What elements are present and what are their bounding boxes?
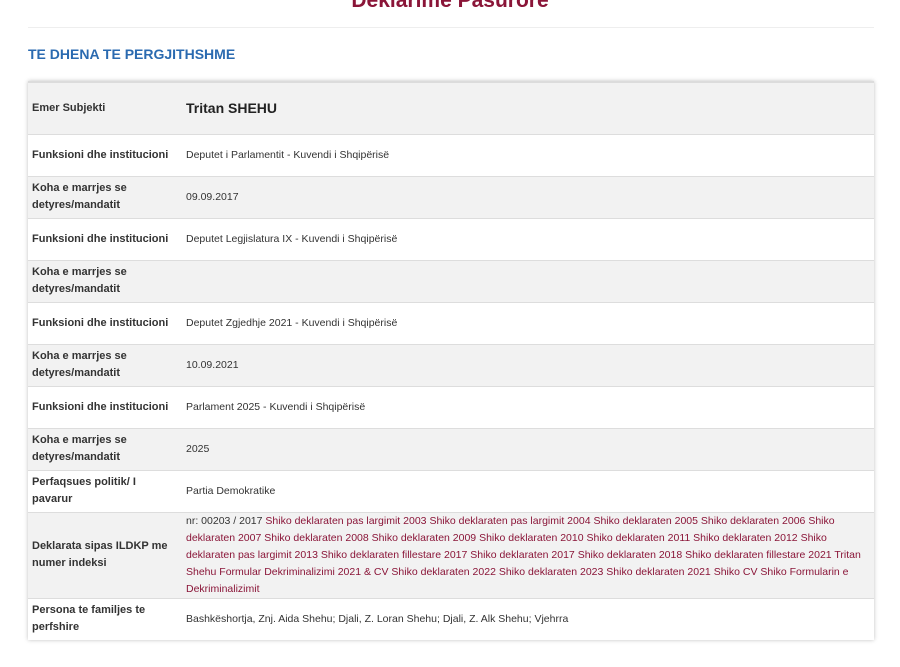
table-row-subject: Emer Subjekti Tritan SHEHU — [28, 82, 874, 134]
declaration-link[interactable]: Shiko deklaraten 2011 — [587, 532, 691, 544]
table-row-declarations: Deklarata sipas ILDKP me numer indeksi n… — [28, 512, 874, 598]
declaration-link[interactable]: Shiko deklaraten fillestare 2017 — [321, 549, 468, 561]
row-label: Perfaqsues politik/ I pavarur — [32, 476, 136, 505]
declaration-link[interactable]: Shiko deklaraten 2008 — [264, 532, 369, 544]
declarations-list: nr: 00203 / 2017 Shiko deklaraten pas la… — [180, 512, 874, 598]
title-divider — [28, 27, 874, 28]
row-label: Funksioni dhe institucioni — [32, 148, 169, 161]
section-heading: TE DHENA TE PERGJITHSHME — [28, 46, 236, 62]
declaration-link[interactable]: Shiko deklaraten 2005 — [593, 515, 698, 527]
declaration-link[interactable]: Shiko deklaraten fillestare 2021 — [685, 549, 832, 561]
declaration-link[interactable]: Shiko deklaraten 2022 — [391, 566, 496, 578]
row-value: 10.09.2021 — [186, 358, 239, 371]
row-value: Deputet i Parlamentit - Kuvendi i Shqipë… — [186, 148, 390, 161]
declaration-index-number: nr: 00203 / 2017 — [186, 514, 263, 527]
row-label: Koha e marrjes se detyres/mandatit — [32, 266, 127, 295]
declaration-link[interactable]: Shiko deklaraten pas largimit 2004 — [429, 515, 590, 527]
row-label: Funksioni dhe institucioni — [32, 232, 169, 245]
declaration-link[interactable]: Shiko deklaraten 2010 — [479, 532, 584, 544]
general-info-table: Emer Subjekti Tritan SHEHU Funksioni dhe… — [28, 81, 874, 640]
table-row: Koha e marrjes se detyres/mandatit 2025 — [28, 428, 874, 470]
row-label: Koha e marrjes se detyres/mandatit — [32, 182, 127, 211]
table-row: Funksioni dhe institucioni Deputet Legji… — [28, 218, 874, 260]
row-value: Deputet Zgjedhje 2021 - Kuvendi i Shqipë… — [186, 316, 398, 329]
table-row: Perfaqsues politik/ I pavarur Partia Dem… — [28, 470, 874, 512]
table-row: Koha e marrjes se detyres/mandatit — [28, 260, 874, 302]
declaration-link[interactable]: Shiko deklaraten 2021 — [606, 566, 711, 578]
cv-link[interactable]: Shiko CV — [714, 566, 758, 578]
table-row: Funksioni dhe institucioni Deputet Zgjed… — [28, 302, 874, 344]
table-row: Funksioni dhe institucioni Deputet i Par… — [28, 134, 874, 176]
row-value: Bashkëshortja, Znj. Aida Shehu; Djali, Z… — [186, 612, 569, 625]
declaration-link[interactable]: Shiko deklaraten 2023 — [499, 566, 604, 578]
row-value: 2025 — [186, 442, 210, 455]
declaration-link[interactable]: Shiko deklaraten pas largimit 2003 — [265, 515, 426, 527]
row-label: Deklarata sipas ILDKP me numer indeksi — [32, 540, 168, 569]
row-label: Emer Subjekti — [32, 101, 106, 114]
row-label: Funksioni dhe institucioni — [32, 400, 169, 413]
row-value: Deputet Legjislatura IX - Kuvendi i Shqi… — [186, 232, 398, 245]
row-value — [180, 260, 874, 302]
table-row: Koha e marrjes se detyres/mandatit 09.09… — [28, 176, 874, 218]
row-label: Koha e marrjes se detyres/mandatit — [32, 434, 127, 463]
row-value: 09.09.2017 — [186, 190, 239, 203]
table-row: Funksioni dhe institucioni Parlament 202… — [28, 386, 874, 428]
row-value: Partia Demokratike — [186, 484, 276, 497]
declaration-link[interactable]: Shiko deklaraten 2012 — [693, 532, 798, 544]
table-row: Koha e marrjes se detyres/mandatit 10.09… — [28, 344, 874, 386]
row-label: Persona te familjes te perfshire — [32, 604, 146, 634]
row-label: Funksioni dhe institucioni — [32, 316, 169, 329]
page-title: Deklarime Pasurore — [351, 0, 549, 12]
declaration-link[interactable]: Shiko deklaraten 2017 — [470, 549, 575, 561]
declaration-link[interactable]: Shiko deklaraten 2006 — [701, 515, 806, 527]
row-label: Koha e marrjes se detyres/mandatit — [32, 350, 127, 379]
declaration-link[interactable]: Shiko deklaraten 2018 — [578, 549, 683, 561]
declaration-link[interactable]: Shiko deklaraten 2009 — [372, 532, 477, 544]
row-value: Parlament 2025 - Kuvendi i Shqipërisë — [186, 400, 366, 413]
table-row-family: Persona te familjes te perfshire Bashkës… — [28, 598, 874, 640]
subject-name: Tritan SHEHU — [186, 99, 278, 116]
